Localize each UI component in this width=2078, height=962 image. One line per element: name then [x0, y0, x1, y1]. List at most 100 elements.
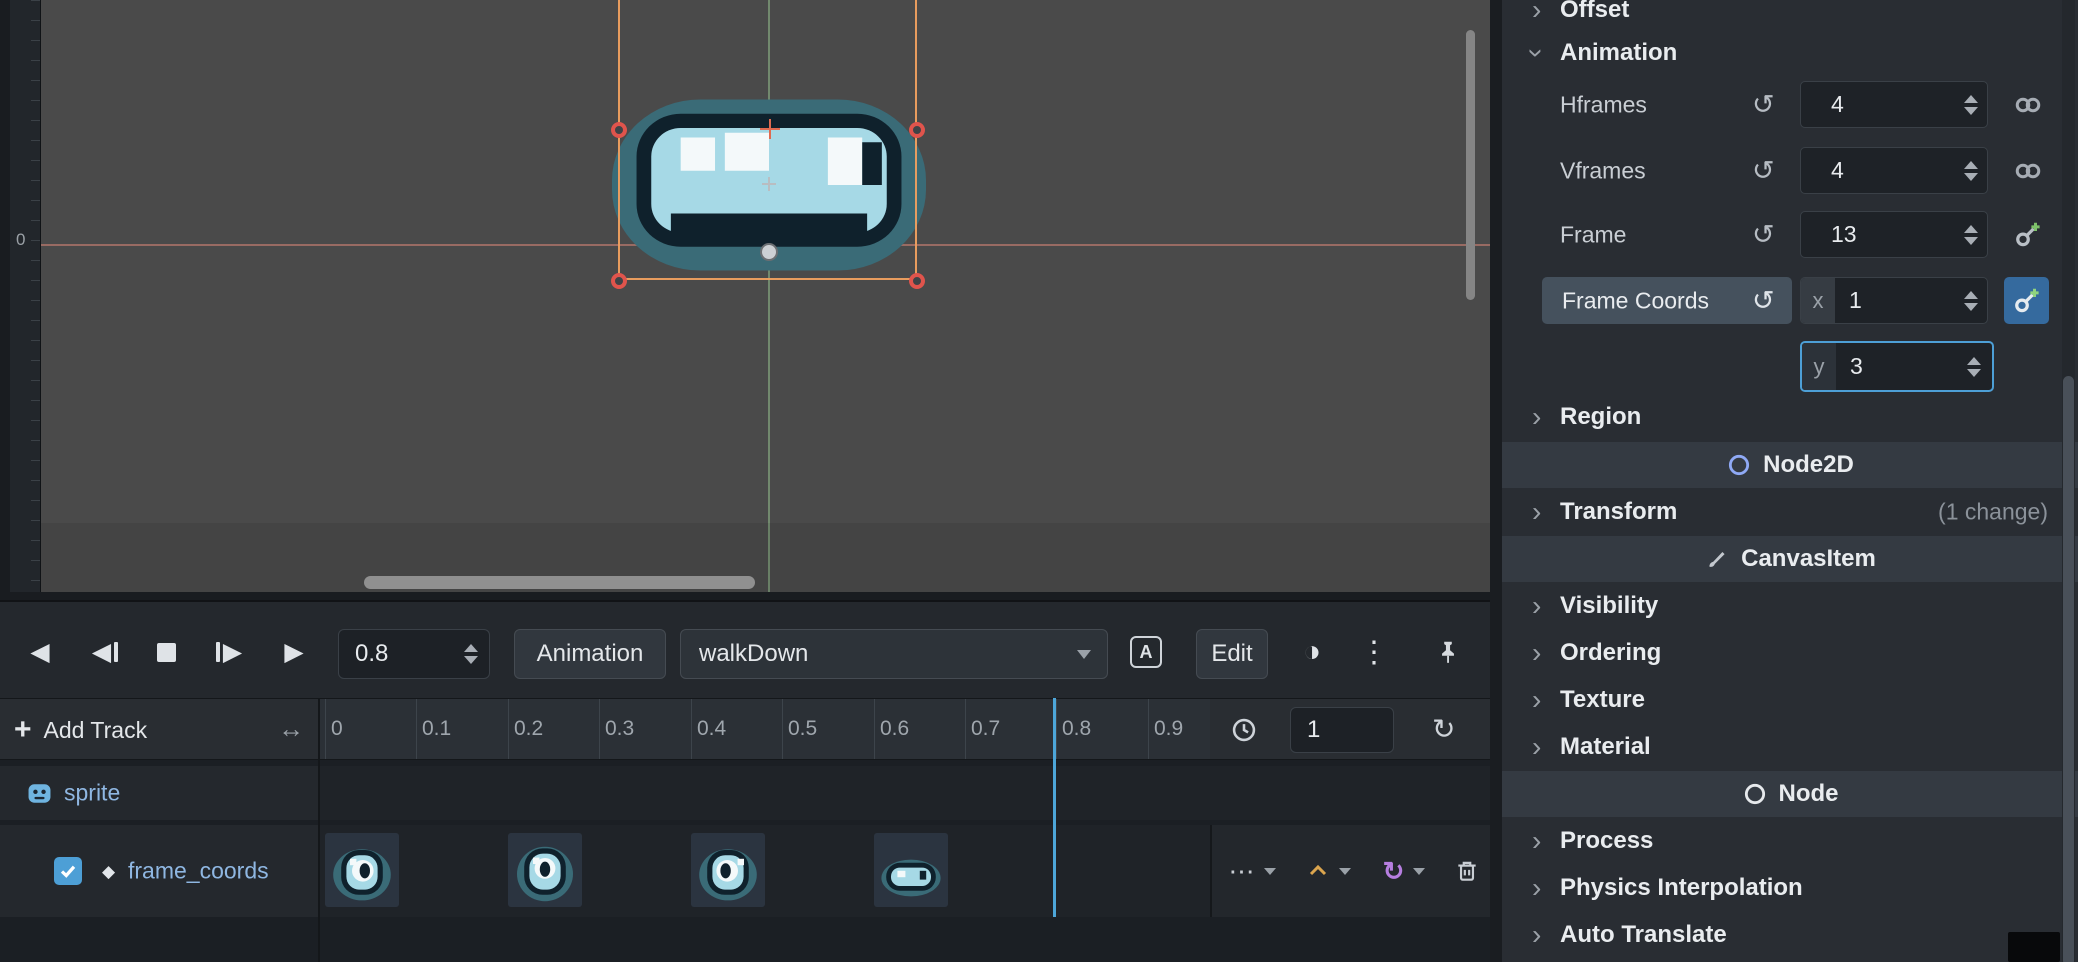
viewport-2d[interactable]: 0 — [0, 0, 1490, 600]
section-process[interactable]: › Process — [1502, 818, 2078, 864]
inspector-panel: › Offset › Animation Hframes ↺ 4 Vframes… — [1502, 0, 2078, 962]
linked-properties-button[interactable] — [2008, 151, 2048, 191]
selection-rect — [618, 0, 917, 280]
play-backwards-button[interactable]: ◀ — [16, 627, 64, 677]
track-timeline[interactable] — [320, 766, 1490, 820]
selection-handle-left[interactable] — [611, 122, 627, 138]
animation-menu-button[interactable]: Animation — [514, 629, 666, 679]
y-axis-label: y — [1802, 343, 1836, 390]
onion-skinning-button[interactable]: ◑ — [1286, 627, 1338, 677]
vframes-spinbox[interactable]: 4 — [1800, 147, 1988, 194]
change-count-note: (1 change) — [1938, 499, 2048, 526]
section-visibility[interactable]: › Visibility — [1502, 583, 2078, 629]
revert-button[interactable]: ↺ — [1752, 155, 1775, 186]
timeline-ruler[interactable]: 0 0.1 0.2 0.3 0.4 0.5 0.6 0.7 0.8 0.9 — [318, 698, 1210, 760]
more-options-button[interactable]: ⋮ — [1352, 627, 1396, 677]
value-spinner[interactable] — [1964, 95, 1978, 115]
property-hframes: Hframes ↺ 4 — [1502, 72, 2078, 137]
loop-toggle-button[interactable]: ↻ — [1432, 713, 1455, 746]
timeline-pan-icon[interactable]: ↔ — [278, 714, 304, 745]
loop-icon: ↻ — [1383, 856, 1405, 887]
revert-button[interactable]: ↺ — [1752, 89, 1775, 120]
chevron-down-icon — [1413, 868, 1425, 875]
section-texture[interactable]: › Texture — [1502, 677, 2078, 723]
revert-button[interactable]: ↺ — [1752, 219, 1775, 250]
section-animation[interactable]: › Animation — [1502, 30, 2078, 76]
pin-panel-button[interactable] — [1420, 627, 1476, 677]
scrollbar-thumb[interactable] — [2063, 376, 2074, 962]
frame-spinbox[interactable]: 13 — [1800, 211, 1988, 258]
chevron-right-icon: › — [1532, 919, 1541, 951]
ruler-label: 0.1 — [422, 717, 451, 741]
revert-button[interactable]: ↺ — [1752, 285, 1775, 316]
insert-key-button[interactable] — [2008, 215, 2048, 255]
playhead[interactable] — [1053, 698, 1056, 917]
selection-handle-bottom-right[interactable] — [909, 273, 925, 289]
animation-panel: ◀ ◀ ▶ ▶ 0.8 Animation walkDown A Edit ◑ … — [0, 600, 1490, 962]
track-row-sprite[interactable]: sprite — [0, 766, 1490, 820]
ruler-label: 0 — [331, 717, 343, 741]
section-label: Ordering — [1560, 639, 1661, 667]
play-backwards-from-end-button[interactable]: ◀ — [81, 627, 129, 677]
add-track-button[interactable]: + Add Track — [14, 709, 214, 751]
link-icon — [2013, 90, 2043, 120]
update-mode-dropdown[interactable]: ⋯ — [1214, 825, 1290, 917]
value-spinner[interactable] — [1964, 225, 1978, 245]
animation-length-spinbox[interactable]: 1 — [1290, 707, 1394, 753]
section-transform[interactable]: › Transform (1 change) — [1502, 489, 2078, 535]
play-button[interactable]: ▶ — [270, 627, 318, 677]
edit-button[interactable]: Edit — [1196, 629, 1268, 679]
section-physics-interpolation[interactable]: › Physics Interpolation — [1502, 865, 2078, 911]
track-name: sprite — [64, 780, 120, 807]
pivot-handle[interactable] — [760, 243, 778, 261]
keyframe-thumbnail[interactable] — [691, 833, 765, 907]
animation-select-dropdown[interactable]: walkDown — [680, 629, 1108, 679]
dots-icon: ⋯ — [1229, 856, 1255, 887]
keyframe-thumbnail[interactable] — [874, 833, 948, 907]
vertical-ruler[interactable]: 0 — [10, 0, 41, 592]
section-offset[interactable]: › Offset — [1502, 0, 2078, 33]
chevron-right-icon: › — [1532, 825, 1541, 857]
linked-properties-button[interactable] — [2008, 85, 2048, 125]
link-icon — [2013, 156, 2043, 186]
play-from-start-button[interactable]: ▶ — [205, 627, 253, 677]
track-enabled-checkbox[interactable] — [54, 857, 82, 885]
godot-editor: 0 — [0, 0, 2078, 962]
keyframe-thumbnail[interactable] — [325, 833, 399, 907]
horizontal-scrollbar[interactable] — [364, 576, 755, 589]
keyframe-thumbnail[interactable] — [508, 833, 582, 907]
chevron-right-icon: › — [1532, 590, 1541, 622]
current-time-spinbox[interactable]: 0.8 — [338, 629, 490, 679]
selection-handle-right[interactable] — [909, 122, 925, 138]
frame-coords-y-spinbox[interactable]: y 3 — [1800, 341, 1994, 392]
interpolation-mode-dropdown[interactable] — [1292, 825, 1364, 917]
hframes-spinbox[interactable]: 4 — [1800, 81, 1988, 128]
loop-wrap-mode-dropdown[interactable]: ↻ — [1366, 825, 1442, 917]
section-material[interactable]: › Material — [1502, 724, 2078, 770]
chevron-down-icon — [1264, 868, 1276, 875]
kebab-icon: ⋮ — [1359, 635, 1389, 670]
sprite-node-icon — [26, 780, 53, 807]
section-ordering[interactable]: › Ordering — [1502, 630, 2078, 676]
ruler-label: 0.6 — [880, 717, 909, 741]
time-spinner[interactable] — [464, 644, 478, 664]
delete-track-button[interactable] — [1444, 825, 1490, 917]
ruler-label: 0.8 — [1062, 717, 1091, 741]
track-header-left: + Add Track ↔ — [0, 698, 318, 760]
value-spinner[interactable] — [1967, 357, 1981, 377]
animation-libraries-button[interactable]: A — [1120, 627, 1172, 677]
value-spinner[interactable] — [1964, 161, 1978, 181]
vertical-scrollbar[interactable] — [1466, 30, 1475, 300]
value-spinner[interactable] — [1964, 291, 1978, 311]
chevron-right-icon: › — [1532, 872, 1541, 904]
section-region[interactable]: › Region — [1502, 394, 2078, 440]
stop-button[interactable] — [142, 627, 190, 677]
section-auto-translate[interactable]: › Auto Translate — [1502, 912, 2078, 958]
insert-key-button-active[interactable] — [2004, 277, 2049, 324]
frame-coords-x-spinbox[interactable]: x 1 — [1800, 277, 1988, 324]
inspector-scrollbar[interactable] — [2062, 0, 2075, 962]
section-label: Visibility — [1560, 592, 1658, 620]
property-label: Hframes — [1560, 91, 1647, 118]
canvas[interactable] — [41, 0, 1490, 592]
selection-handle-bottom-left[interactable] — [611, 273, 627, 289]
